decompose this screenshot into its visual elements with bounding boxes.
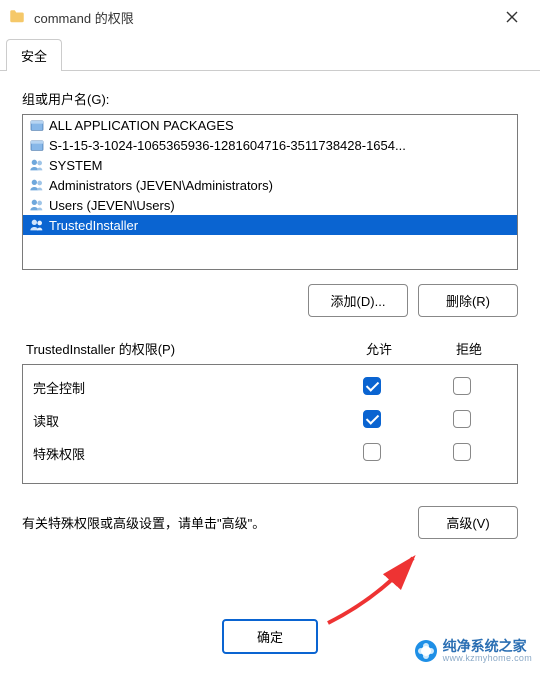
watermark-main: 纯净系统之家 (443, 639, 532, 654)
remove-button[interactable]: 删除(R) (418, 284, 518, 317)
list-item-label: Administrators (JEVEN\Administrators) (49, 178, 273, 193)
list-item[interactable]: TrustedInstaller (23, 215, 517, 235)
titlebar: command 的权限 (0, 0, 540, 34)
permission-row: 特殊权限 (25, 437, 515, 470)
deny-checkbox[interactable] (453, 377, 471, 395)
package-icon (29, 117, 45, 133)
tabstrip: 安全 (0, 38, 540, 71)
list-item[interactable]: Administrators (JEVEN\Administrators) (23, 175, 517, 195)
allow-checkbox[interactable] (363, 377, 381, 395)
permission-row: 读取 (25, 404, 515, 437)
users-group-icon (29, 217, 45, 233)
deny-checkbox[interactable] (453, 443, 471, 461)
add-button[interactable]: 添加(D)... (308, 284, 408, 317)
permission-name: 特殊权限 (33, 444, 327, 463)
permission-name: 读取 (33, 411, 327, 430)
list-item[interactable]: ALL APPLICATION PACKAGES (23, 115, 517, 135)
users-group-icon (29, 157, 45, 173)
tab-security[interactable]: 安全 (6, 39, 62, 71)
folder-icon (8, 8, 26, 26)
package-icon (29, 137, 45, 153)
list-item-label: S-1-15-3-1024-1065365936-1281604716-3511… (49, 138, 406, 153)
window-title: command 的权限 (34, 8, 492, 27)
list-item-label: ALL APPLICATION PACKAGES (49, 118, 234, 133)
watermark: 纯净系统之家 www.kzmyhome.com (415, 639, 532, 664)
permissions-title: TrustedInstaller 的权限(P) (26, 339, 334, 358)
watermark-logo-icon (415, 640, 437, 662)
list-item[interactable]: SYSTEM (23, 155, 517, 175)
list-item[interactable]: S-1-15-3-1024-1065365936-1281604716-3511… (23, 135, 517, 155)
annotation-arrow-icon (318, 548, 438, 628)
users-listbox[interactable]: ALL APPLICATION PACKAGES S-1-15-3-1024-10… (22, 114, 518, 270)
list-item[interactable]: Users (JEVEN\Users) (23, 195, 517, 215)
ok-button[interactable]: 确定 (222, 619, 318, 654)
users-group-icon (29, 197, 45, 213)
close-icon[interactable] (492, 3, 532, 31)
watermark-sub: www.kzmyhome.com (443, 654, 532, 664)
col-allow: 允许 (334, 339, 424, 358)
list-item-label: Users (JEVEN\Users) (49, 198, 175, 213)
col-deny: 拒绝 (424, 339, 514, 358)
allow-checkbox[interactable] (363, 443, 381, 461)
list-item-label: SYSTEM (49, 158, 102, 173)
permissions-list: 完全控制读取特殊权限 (22, 364, 518, 484)
permissions-header: TrustedInstaller 的权限(P) 允许 拒绝 (22, 339, 518, 364)
list-item-label: TrustedInstaller (49, 218, 138, 233)
advanced-button[interactable]: 高级(V) (418, 506, 518, 539)
deny-checkbox[interactable] (453, 410, 471, 428)
permission-name: 完全控制 (33, 378, 327, 397)
allow-checkbox[interactable] (363, 410, 381, 428)
advanced-hint: 有关特殊权限或高级设置，请单击"高级"。 (22, 513, 406, 532)
groups-label: 组或用户名(G): (22, 89, 518, 108)
users-group-icon (29, 177, 45, 193)
permission-row: 完全控制 (25, 371, 515, 404)
